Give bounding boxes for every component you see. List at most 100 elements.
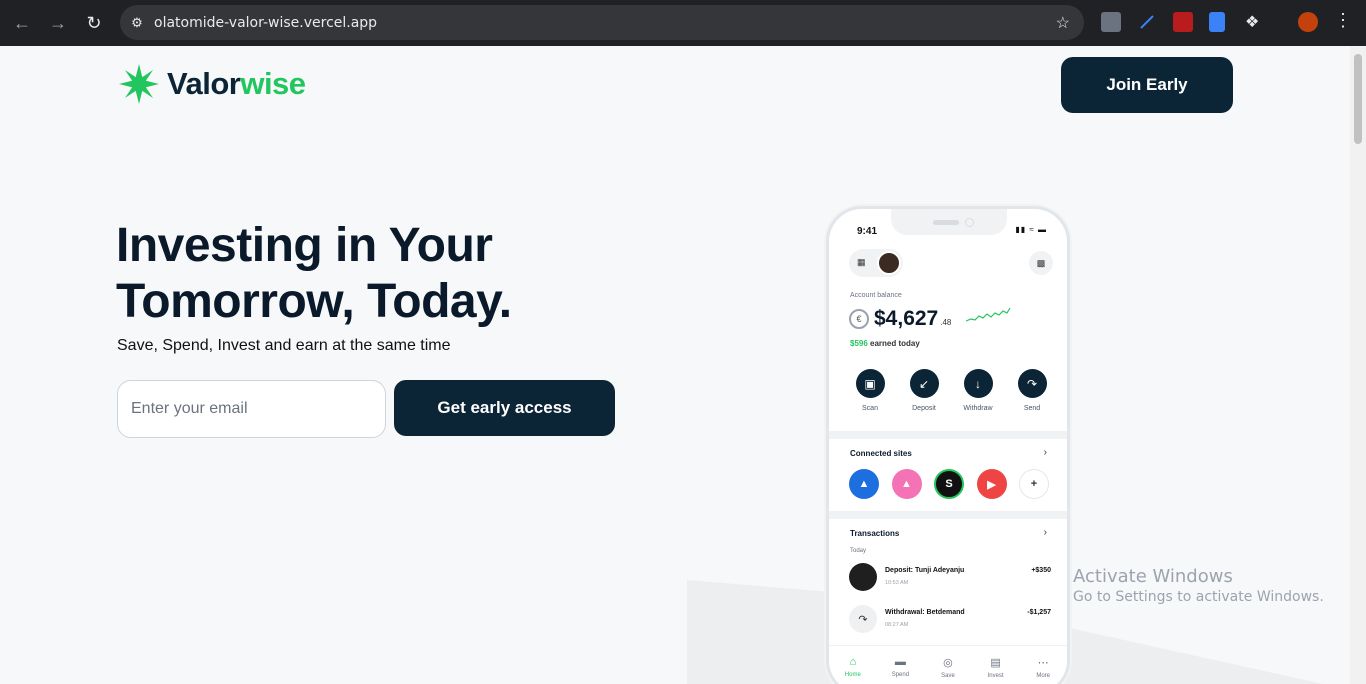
tab-spend[interactable]: ▬ Spend [880, 656, 920, 684]
activate-windows-watermark: Activate Windows Go to Settings to activ… [1073, 566, 1324, 605]
transaction-row[interactable]: Deposit: Tunji Adeyanju 10:53 AM +$350 [849, 563, 1053, 593]
email-input[interactable] [117, 380, 386, 438]
tab-label: Invest [987, 673, 1004, 679]
transaction-time: 10:53 AM [885, 580, 909, 586]
logo-text: Valorwise [167, 66, 306, 102]
chevron-right-icon[interactable]: › [1044, 527, 1047, 538]
send-icon: ↷ [1017, 369, 1047, 398]
book-extension-icon[interactable] [1173, 12, 1193, 32]
page-scrollbar[interactable] [1350, 46, 1366, 684]
action-deposit[interactable]: ↙ Deposit [901, 369, 947, 412]
arrow-right-icon: → [49, 12, 67, 33]
avatar [849, 563, 877, 591]
section-divider [829, 511, 1067, 519]
hero-title: Investing in Your Tomorrow, Today. [116, 218, 676, 330]
profile-pill[interactable]: ▦ [849, 249, 903, 277]
grid-icon: ▦ [857, 257, 866, 267]
home-icon: ⌂ [849, 656, 857, 668]
connected-sites: ▲ ▲ S ▶ + [849, 469, 1049, 499]
tab-more[interactable]: ⋯ More [1023, 656, 1063, 684]
add-site-icon[interactable]: + [1019, 469, 1049, 499]
coin-icon: € [849, 309, 869, 329]
sparkline-icon [965, 307, 1011, 322]
earned-today: $596 earned today [850, 339, 920, 348]
transaction-amount: -$1,257 [1027, 609, 1051, 616]
site-s-icon[interactable]: S [934, 469, 964, 499]
withdraw-icon: ↓ [963, 369, 993, 398]
balance-amount: $4,627 [874, 307, 939, 330]
deposit-icon: ↙ [909, 369, 939, 398]
tab-invest[interactable]: ▤ Invest [976, 656, 1016, 684]
action-withdraw[interactable]: ↓ Withdraw [955, 369, 1001, 412]
action-label: Withdraw [963, 405, 993, 412]
action-send[interactable]: ↷ Send [1009, 369, 1055, 412]
pen-extension-icon[interactable] [1137, 12, 1157, 32]
site-header: Valorwise Join Early [0, 46, 1350, 124]
reload-icon: ↻ [86, 12, 102, 33]
status-icons: ▮▮ ≈ ▬ [1015, 225, 1047, 234]
logo-text-part2: wise [240, 66, 306, 101]
phone-tab-bar: ⌂ Home ▬ Spend ◎ Save ▤ Invest ⋯ More [829, 645, 1067, 684]
browser-toolbar: ← → ↻ ⚙ olatomide-valor-wise.vercel.app … [0, 0, 1366, 46]
join-early-button[interactable]: Join Early [1061, 57, 1233, 113]
spend-icon: ▬ [894, 656, 906, 668]
notch-camera [965, 218, 974, 227]
earned-text: earned today [867, 339, 920, 348]
arrow-left-icon: ← [13, 12, 31, 33]
tab-home[interactable]: ⌂ Home [833, 656, 873, 684]
avatar [877, 251, 901, 275]
extension-icon[interactable] [1101, 12, 1121, 32]
site-settings-icon[interactable]: ⚙ [120, 15, 154, 31]
action-label: Scan [862, 405, 878, 412]
site-flame-icon[interactable]: ▲ [891, 469, 922, 499]
watermark-title: Activate Windows [1073, 566, 1233, 587]
phone-notch [891, 209, 1007, 235]
balance-label: Account balance [850, 292, 902, 299]
get-early-access-button[interactable]: Get early access [394, 380, 615, 436]
hero-title-line1: Investing in Your [116, 219, 493, 272]
quick-actions: ▣ Scan ↙ Deposit ↓ Withdraw ↷ Send [847, 369, 1055, 412]
tab-label: Save [941, 673, 955, 679]
puzzle-icon[interactable]: ❖ [1245, 12, 1265, 32]
tab-save[interactable]: ◎ Save [928, 656, 968, 684]
site-boat-icon[interactable]: ▲ [849, 469, 879, 499]
scrollbar-thumb[interactable] [1354, 54, 1362, 144]
tab-label: More [1036, 673, 1050, 679]
logo-text-part1: Valor [167, 66, 241, 101]
status-time: 9:41 [857, 226, 878, 237]
logo-mark-icon [119, 64, 159, 104]
scan-icon: ▣ [855, 369, 885, 398]
balance-cents: .48 [940, 318, 952, 327]
doc-extension-icon[interactable] [1209, 12, 1225, 32]
balance-row: € $4,627 .48 [849, 307, 951, 331]
bar-chart-icon: ▤ [990, 657, 1001, 669]
hero-title-line2: Tomorrow, Today. [116, 275, 512, 328]
url-text: olatomide-valor-wise.vercel.app [154, 14, 378, 31]
site-play-icon[interactable]: ▶ [976, 469, 1007, 499]
qr-icon[interactable]: ▩ [1029, 251, 1053, 275]
transaction-time: 08:27 AM [885, 622, 909, 628]
withdraw-arrow-icon: ↷ [849, 605, 877, 633]
section-divider [829, 431, 1067, 439]
reload-button[interactable]: ↻ [76, 5, 112, 41]
tab-label: Home [844, 672, 861, 678]
action-label: Deposit [912, 405, 936, 412]
transaction-title: Deposit: Tunji Adeyanju [885, 567, 965, 574]
transactions-title: Transactions [850, 529, 900, 538]
forward-button[interactable]: → [40, 5, 76, 41]
phone-mockup: 9:41 ▮▮ ≈ ▬ ▦ ▩ Account balance € $4,627… [826, 206, 1070, 684]
today-label: Today [850, 548, 867, 554]
transaction-title: Withdrawal: Betdemand [885, 609, 965, 616]
watermark-subtitle: Go to Settings to activate Windows. [1073, 589, 1324, 605]
address-bar[interactable]: ⚙ olatomide-valor-wise.vercel.app ☆ [120, 5, 1084, 40]
back-button[interactable]: ← [4, 5, 40, 41]
chevron-right-icon[interactable]: › [1044, 447, 1047, 458]
star-icon[interactable]: ☆ [1056, 13, 1070, 33]
action-label: Send [1023, 405, 1041, 412]
kebab-icon[interactable]: ⋮ [1334, 10, 1352, 31]
logo[interactable]: Valorwise [117, 62, 306, 106]
connected-sites-title: Connected sites [850, 449, 912, 458]
action-scan[interactable]: ▣ Scan [847, 369, 893, 412]
transaction-row[interactable]: ↷ Withdrawal: Betdemand 08:27 AM -$1,257 [849, 605, 1053, 635]
profile-avatar[interactable] [1298, 12, 1318, 32]
